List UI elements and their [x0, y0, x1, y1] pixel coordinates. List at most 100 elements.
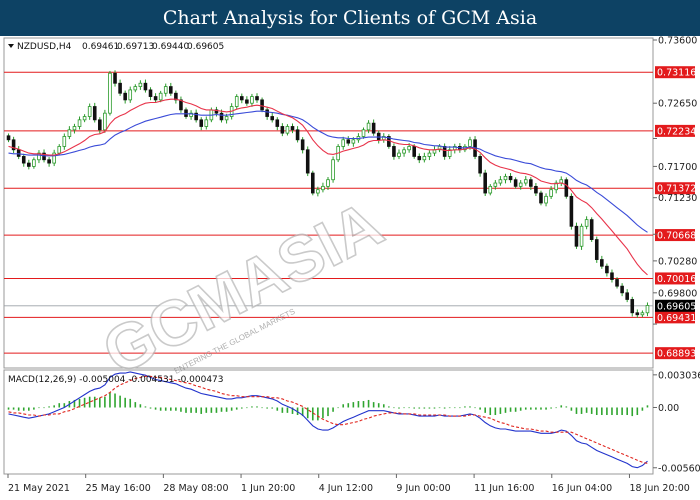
price-axis-label: 0.72650 [658, 99, 697, 110]
macd-histogram-bar [453, 407, 456, 409]
ohlc-open: 0.69461 [82, 42, 119, 52]
candle-body [92, 106, 97, 121]
time-axis: 21 May 2021 25 May 16:00 28 May 08:00 1 Jun… [7, 474, 690, 494]
macd-histogram-bar [210, 407, 213, 413]
macd-histogram-bar [499, 407, 502, 414]
macd-signal-line [8, 375, 648, 464]
candle-body [574, 225, 579, 247]
macd-histogram-bar [601, 407, 603, 416]
candle-body [518, 182, 523, 187]
candle-body [523, 179, 528, 184]
time-axis-label: 1 Jun 20:00 [241, 483, 295, 494]
macd-axis-label: -0.005607 [658, 463, 700, 474]
macd-histogram-bar [58, 403, 61, 408]
candle-body [483, 172, 487, 194]
macd-histogram-bar [524, 407, 527, 410]
candle-body [290, 126, 295, 131]
macd-histogram-bar [408, 407, 410, 409]
candle-body [199, 119, 204, 127]
candle-body [417, 156, 422, 161]
candle-body [579, 225, 584, 247]
macd-histogram-bar [48, 406, 50, 408]
symbol-label: NZDUSD,H4 [17, 42, 72, 52]
level-price-label: 0.69431 [657, 313, 696, 324]
time-axis-label: 4 Jun 12:00 [319, 483, 373, 494]
candle-body [16, 149, 21, 157]
macd-histogram-bar [251, 406, 253, 408]
candle-body [184, 109, 188, 117]
macd-histogram-bar [33, 407, 35, 410]
macd-histogram-bar [124, 397, 126, 408]
macd-axis-label: 0.00 [658, 403, 679, 414]
candle-body [72, 126, 77, 131]
macd-histogram-bar [119, 395, 121, 408]
candle-body [219, 112, 224, 121]
macd-histogram-bar [185, 407, 187, 413]
macd-histogram-bar [641, 407, 644, 411]
macd-histogram-bar [256, 406, 258, 408]
candle-body [549, 189, 553, 197]
macd-histogram-bar [474, 407, 476, 409]
macd-histogram-bar [590, 407, 593, 414]
time-axis-label: 18 Jun 20:00 [629, 483, 689, 494]
candle-body [103, 112, 107, 131]
macd-panel-frame [3, 369, 654, 475]
macd-histogram-bar [261, 407, 263, 409]
macd-histogram-bar [585, 407, 588, 413]
macd-histogram-bar [114, 393, 116, 408]
macd-histogram-bar [246, 407, 248, 409]
current-price-label: 0.69605 [657, 301, 696, 312]
macd-histogram-bar [530, 407, 532, 410]
candle-body [589, 219, 594, 240]
macd-histogram-bar [514, 407, 517, 412]
candle-body [640, 312, 645, 316]
ohlc-high: 0.69713 [117, 42, 154, 52]
level-price-label: 0.68893 [657, 349, 696, 360]
candle-body [148, 89, 153, 97]
macd-histogram-bar [347, 403, 350, 408]
macd-histogram-bar [175, 407, 177, 411]
candle-body [316, 189, 320, 194]
macd-histogram-bar [443, 407, 446, 409]
macd-histogram-bar [636, 407, 639, 416]
price-axis-label: 0.71700 [658, 162, 697, 173]
candle-body [240, 96, 244, 101]
macd-histogram-bar [154, 407, 157, 410]
macd-histogram-bar [332, 407, 334, 412]
candle-body [260, 99, 264, 111]
macd-histogram-bar [570, 407, 573, 411]
macd-histogram-bar [159, 407, 162, 411]
macd-histogram-bar [540, 407, 542, 410]
macd-histogram-bar [129, 398, 132, 408]
macd-histogram-bar [109, 392, 111, 408]
candle-body [594, 239, 599, 260]
candle-body [625, 292, 629, 300]
macd-histogram-bar [575, 407, 578, 414]
macd-histogram-bar [215, 407, 218, 413]
candle-body [270, 116, 275, 121]
candle-body [133, 86, 138, 91]
candle-body [630, 299, 635, 314]
candle-body [422, 156, 427, 161]
macd-histogram-bar [550, 407, 552, 409]
time-axis-label: 9 Jun 00:00 [396, 483, 450, 494]
candle-body [6, 135, 11, 141]
candle-body [584, 219, 589, 227]
candle-body [67, 129, 72, 137]
candle-body [305, 149, 310, 174]
macd-histogram-bar [377, 403, 380, 408]
candle-body [87, 106, 92, 117]
macd-histogram-bar [22, 407, 25, 411]
macd-histogram-bar [276, 407, 279, 411]
macd-histogram-bar [327, 407, 329, 417]
macd-histogram-bar [606, 407, 608, 416]
macd-histogram-bar [240, 407, 243, 409]
candle-body [539, 192, 543, 204]
candle-body [310, 172, 315, 194]
candle-body [412, 146, 416, 157]
candle-body [163, 86, 168, 94]
candle-body [392, 146, 396, 157]
symbol-dropdown-icon[interactable] [8, 44, 14, 48]
candle-body [341, 139, 346, 147]
candle-body [321, 185, 325, 191]
